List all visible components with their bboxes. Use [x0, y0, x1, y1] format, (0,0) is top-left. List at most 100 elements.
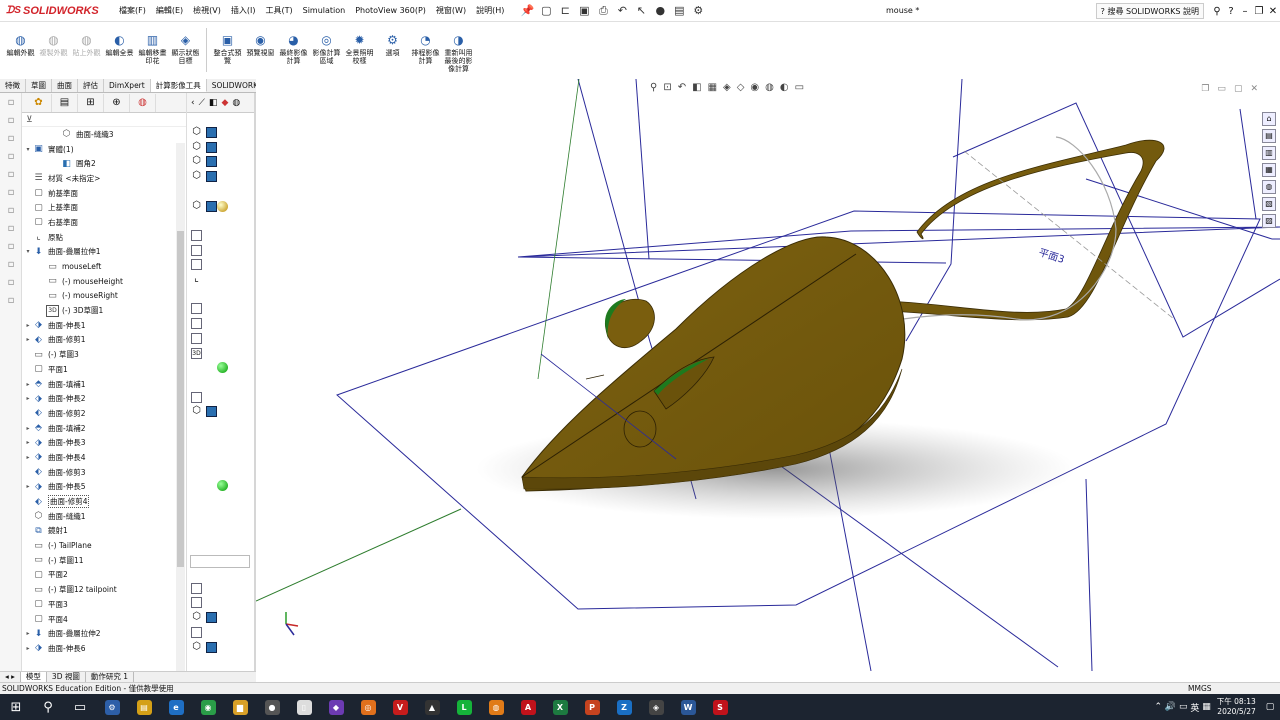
tree-node[interactable]: ⬡ 曲面-縫織3: [22, 127, 186, 142]
tree-node[interactable]: ▢ 平面1: [22, 362, 186, 377]
home-icon[interactable]: ⌂: [1262, 112, 1276, 126]
appearance-swatch[interactable]: [206, 127, 217, 138]
new-icon[interactable]: ▢: [538, 3, 554, 19]
tree-node[interactable]: ▭ mouseLeft: [22, 259, 186, 274]
save-icon[interactable]: ▣: [576, 3, 592, 19]
rebuild-icon[interactable]: ●: [652, 3, 668, 19]
tree-node[interactable]: ▸ ⬗ 曲面-伸長5: [22, 480, 186, 495]
command-schedule-render[interactable]: ◔ 排程影像計算: [409, 22, 442, 65]
tree-node[interactable]: ▭ (-) TailPlane: [22, 538, 186, 553]
tree-node[interactable]: ▸ ⬗ 曲面-伸長4: [22, 450, 186, 465]
open-icon[interactable]: ⊏: [557, 3, 573, 19]
keyboard-icon[interactable]: ▦: [1199, 702, 1211, 712]
pin-icon[interactable]: 📌: [519, 3, 535, 19]
scrollbar-thumb[interactable]: [177, 231, 184, 567]
tab-item[interactable]: 草圖: [26, 79, 52, 92]
command-recall-render[interactable]: ◑ 重新叫用最後的影像計算: [442, 22, 475, 73]
section-view-icon[interactable]: ◧: [692, 82, 701, 93]
viewport-tile-icon[interactable]: ▭: [1217, 84, 1226, 94]
menu-item[interactable]: 視窗(W): [431, 0, 471, 22]
zoom-to-fit-icon[interactable]: ⚲: [650, 82, 657, 93]
excel-icon[interactable]: X: [544, 694, 576, 720]
tree-node[interactable]: ◧ 圓角2: [22, 156, 186, 171]
restore-icon[interactable]: ❐: [1252, 6, 1266, 17]
word-icon[interactable]: W: [672, 694, 704, 720]
tree-node[interactable]: ▸ ⬗ 曲面-伸長2: [22, 391, 186, 406]
viewport-close-icon[interactable]: ✕: [1250, 84, 1258, 94]
acrobat-icon[interactable]: A: [512, 694, 544, 720]
vs-icon[interactable]: ◆: [320, 694, 352, 720]
graphics-area[interactable]: 平面3: [256, 79, 1280, 671]
sketch-icon[interactable]: ▫: [4, 150, 18, 164]
tree-node[interactable]: ⬡ 曲面-縫織1: [22, 509, 186, 524]
line-icon[interactable]: L: [448, 694, 480, 720]
tree-node[interactable]: ▭ (-) mouseRight: [22, 289, 186, 304]
file-explorer-icon[interactable]: ▦: [1262, 163, 1276, 177]
notification-icon[interactable]: ▢: [1266, 702, 1280, 712]
property-manager-tab-icon[interactable]: ▤: [52, 93, 78, 112]
collapse-icon[interactable]: ‹: [191, 98, 195, 108]
command-options[interactable]: ⚙ 選項: [376, 22, 409, 57]
view-icon[interactable]: ▫: [4, 204, 18, 218]
display-edit-box[interactable]: [190, 555, 250, 568]
command-edit-decal[interactable]: ▥ 編輯移畫印花: [136, 22, 169, 65]
menu-item[interactable]: Simulation: [298, 0, 351, 22]
tab-item[interactable]: 曲面: [52, 79, 78, 92]
tray-chevron-icon[interactable]: ⌃: [1155, 702, 1165, 712]
edit-appearance-icon[interactable]: ◍: [765, 82, 774, 93]
command-display-target[interactable]: ◈ 顯示狀態目標: [169, 22, 202, 65]
measure-icon[interactable]: ▫: [4, 186, 18, 200]
firefox-icon[interactable]: ◎: [352, 694, 384, 720]
appearance-swatch[interactable]: [206, 612, 217, 624]
expand-toggle-icon[interactable]: ▾: [24, 146, 32, 153]
sticky-app-icon[interactable]: ▤: [128, 694, 160, 720]
search-icon[interactable]: ⚲: [1210, 6, 1224, 17]
task-view-icon[interactable]: ▭: [64, 694, 96, 720]
menu-item[interactable]: 編輯(E): [151, 0, 188, 22]
custom-properties-icon[interactable]: ▧: [1262, 197, 1276, 211]
expand-toggle-icon[interactable]: ▸: [24, 322, 32, 329]
search-icon[interactable]: ⚲: [32, 694, 64, 720]
menu-item[interactable]: 檢視(V): [188, 0, 226, 22]
tree-node[interactable]: ▾ ⬇ 曲面-疊層拉伸1: [22, 245, 186, 260]
command-scene-illumination[interactable]: ✹ 全景照明校樣: [343, 22, 376, 65]
expand-toggle-icon[interactable]: ▾: [24, 248, 32, 255]
vivaldi-icon[interactable]: V: [384, 694, 416, 720]
units-selector[interactable]: MMGS: [1188, 683, 1212, 694]
dimxpert-tab-icon[interactable]: ⊕: [104, 93, 130, 112]
blender-icon[interactable]: ◍: [480, 694, 512, 720]
bottom-tab[interactable]: 3D 視圖: [47, 672, 86, 682]
expand-toggle-icon[interactable]: ▸: [24, 630, 32, 637]
configuration-manager-tab-icon[interactable]: ⊞: [78, 93, 104, 112]
ime-indicator[interactable]: 英: [1190, 701, 1199, 714]
appearance-swatch[interactable]: [206, 141, 217, 153]
tree-node[interactable]: ▢ 平面4: [22, 612, 186, 627]
appearance-icon[interactable]: ◧: [209, 98, 218, 108]
appearance-swatch[interactable]: [206, 156, 217, 168]
tree-node[interactable]: ▸ ⬗ 曲面-伸長1: [22, 318, 186, 333]
tree-node[interactable]: ☰ 材質 <未指定>: [22, 171, 186, 186]
bottom-tab[interactable]: 模型: [20, 672, 47, 682]
expand-toggle-icon[interactable]: ▸: [24, 395, 32, 402]
solidworks-icon[interactable]: S: [704, 694, 736, 720]
command-preview-window[interactable]: ◉ 預覽視窗: [244, 22, 277, 57]
filter-icon[interactable]: ⊻: [22, 113, 186, 127]
tree-node[interactable]: ▭ (-) mouseHeight: [22, 274, 186, 289]
tab-item[interactable]: 評估: [78, 79, 104, 92]
feature-icon[interactable]: ▫: [4, 168, 18, 182]
visibility-icon[interactable]: ⟋: [199, 98, 205, 108]
tab-item[interactable]: 計算影像工具: [150, 79, 207, 92]
display-style-icon[interactable]: ◇: [737, 82, 745, 93]
tree-node[interactable]: ▢ 平面2: [22, 568, 186, 583]
tree-scrollbar[interactable]: [176, 143, 185, 671]
options-icon[interactable]: ⚙: [690, 3, 706, 19]
appearance-sphere-icon[interactable]: [217, 362, 228, 374]
undo-icon[interactable]: ↶: [614, 3, 630, 19]
tree-node[interactable]: ▭ (-) 草圖12 tailpoint: [22, 582, 186, 597]
display-manager-tab-icon[interactable]: ◍: [130, 93, 156, 112]
settings-app-icon[interactable]: ⚙: [96, 694, 128, 720]
apply-scene-icon[interactable]: ◐: [780, 82, 789, 93]
appearances-icon[interactable]: ◍: [1262, 180, 1276, 194]
menu-item[interactable]: 插入(I): [226, 0, 261, 22]
windows-start-icon[interactable]: ⊞: [0, 694, 32, 720]
